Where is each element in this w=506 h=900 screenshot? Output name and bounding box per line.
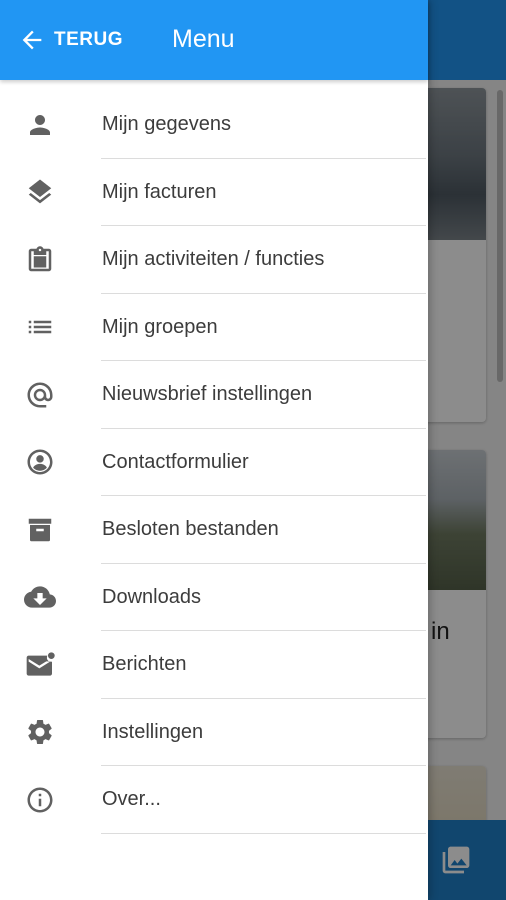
person-icon	[24, 109, 56, 141]
gear-icon	[24, 716, 56, 748]
page-title: Menu	[172, 25, 235, 53]
account-circle-icon	[24, 446, 56, 478]
navigation-drawer: TERUG Menu Mijn gegevens Mijn facturen M…	[0, 0, 428, 900]
mail-notification-icon	[24, 649, 56, 681]
at-sign-icon	[24, 379, 56, 411]
menu-item-label: Mijn facturen	[102, 180, 217, 203]
menu-item-label: Mijn groepen	[102, 315, 218, 338]
menu-item-label: Over...	[102, 788, 161, 811]
menu-item-over[interactable]: Over...	[0, 766, 428, 834]
archive-icon	[24, 514, 56, 546]
drawer-header: TERUG Menu	[0, 0, 428, 80]
list-icon	[24, 311, 56, 343]
clipboard-icon	[24, 244, 56, 276]
back-label: TERUG	[54, 29, 123, 50]
menu-item-mijn-groepen[interactable]: Mijn groepen	[0, 294, 428, 361]
info-icon	[24, 784, 56, 816]
menu-item-instellingen[interactable]: Instellingen	[0, 699, 428, 766]
menu-item-besloten-bestanden[interactable]: Besloten bestanden	[0, 496, 428, 564]
menu-item-label: Contactformulier	[102, 450, 249, 473]
menu-item-contactformulier[interactable]: Contactformulier	[0, 429, 428, 496]
menu-item-label: Besloten bestanden	[102, 518, 279, 541]
menu-item-mijn-activiteiten[interactable]: Mijn activiteiten / functies	[0, 226, 428, 294]
menu-item-label: Nieuwsbrief instellingen	[102, 383, 313, 406]
menu-item-mijn-facturen[interactable]: Mijn facturen	[0, 159, 428, 226]
menu-item-nieuwsbrief[interactable]: Nieuwsbrief instellingen	[0, 361, 428, 429]
arrow-back-icon	[22, 30, 42, 50]
back-button[interactable]: TERUG	[18, 22, 123, 58]
menu-item-mijn-gegevens[interactable]: Mijn gegevens	[0, 91, 428, 159]
menu-item-label: Mijn gegevens	[102, 113, 231, 136]
menu-item-berichten[interactable]: Berichten	[0, 631, 428, 699]
menu-item-label: Downloads	[102, 585, 201, 608]
drawer-menu: Mijn gegevens Mijn facturen Mijn activit…	[0, 91, 428, 834]
menu-item-label: Berichten	[102, 653, 187, 676]
menu-item-label: Instellingen	[102, 720, 204, 743]
menu-item-label: Mijn activiteiten / functies	[102, 248, 325, 271]
cloud-download-icon	[24, 581, 56, 613]
divider	[101, 832, 426, 834]
layers-icon	[24, 176, 56, 208]
menu-item-downloads[interactable]: Downloads	[0, 564, 428, 631]
